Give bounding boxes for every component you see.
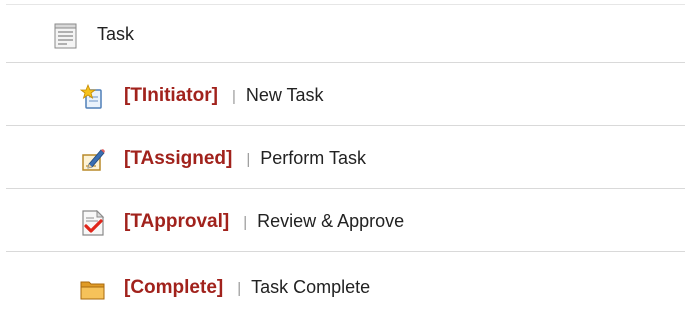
state-label: [TAssigned] | Perform Task [124, 148, 366, 170]
state-name: [Complete] [124, 277, 224, 298]
state-name: [TApproval] [124, 211, 230, 232]
new-task-icon [79, 83, 106, 110]
tree-item-tassigned[interactable]: [TAssigned] | Perform Task [6, 126, 685, 189]
tree-root-label: Task [97, 24, 135, 44]
document-list-icon [53, 23, 79, 49]
state-description: New Task [245, 85, 324, 105]
state-name: [TInitiator] [124, 85, 218, 106]
pencil-edit-icon [80, 147, 106, 173]
tree-root-row[interactable]: Task [6, 5, 685, 63]
state-description: Review & Approve [257, 211, 405, 231]
state-label: [TInitiator] | New Task [124, 85, 324, 107]
state-description: Task Complete [251, 277, 371, 297]
state-description: Perform Task [260, 148, 366, 168]
separator: | [246, 151, 251, 168]
state-label: [Complete] | Task Complete [124, 277, 370, 299]
separator: | [231, 88, 236, 105]
state-name: [TAssigned] [124, 148, 233, 169]
separator: | [237, 280, 242, 297]
tree-item-tapproval[interactable]: [TApproval] | Review & Approve [6, 189, 685, 252]
folder-icon [80, 276, 106, 302]
tree-item-tinitiator[interactable]: [TInitiator] | New Task [6, 63, 685, 126]
state-label: [TApproval] | Review & Approve [124, 211, 404, 233]
tree-item-complete[interactable]: [Complete] | Task Complete [6, 252, 685, 322]
workflow-tree: Task [TInitiator] | New Task [TAssigned]… [6, 4, 685, 325]
separator: | [243, 214, 248, 231]
document-check-icon [80, 209, 106, 236]
